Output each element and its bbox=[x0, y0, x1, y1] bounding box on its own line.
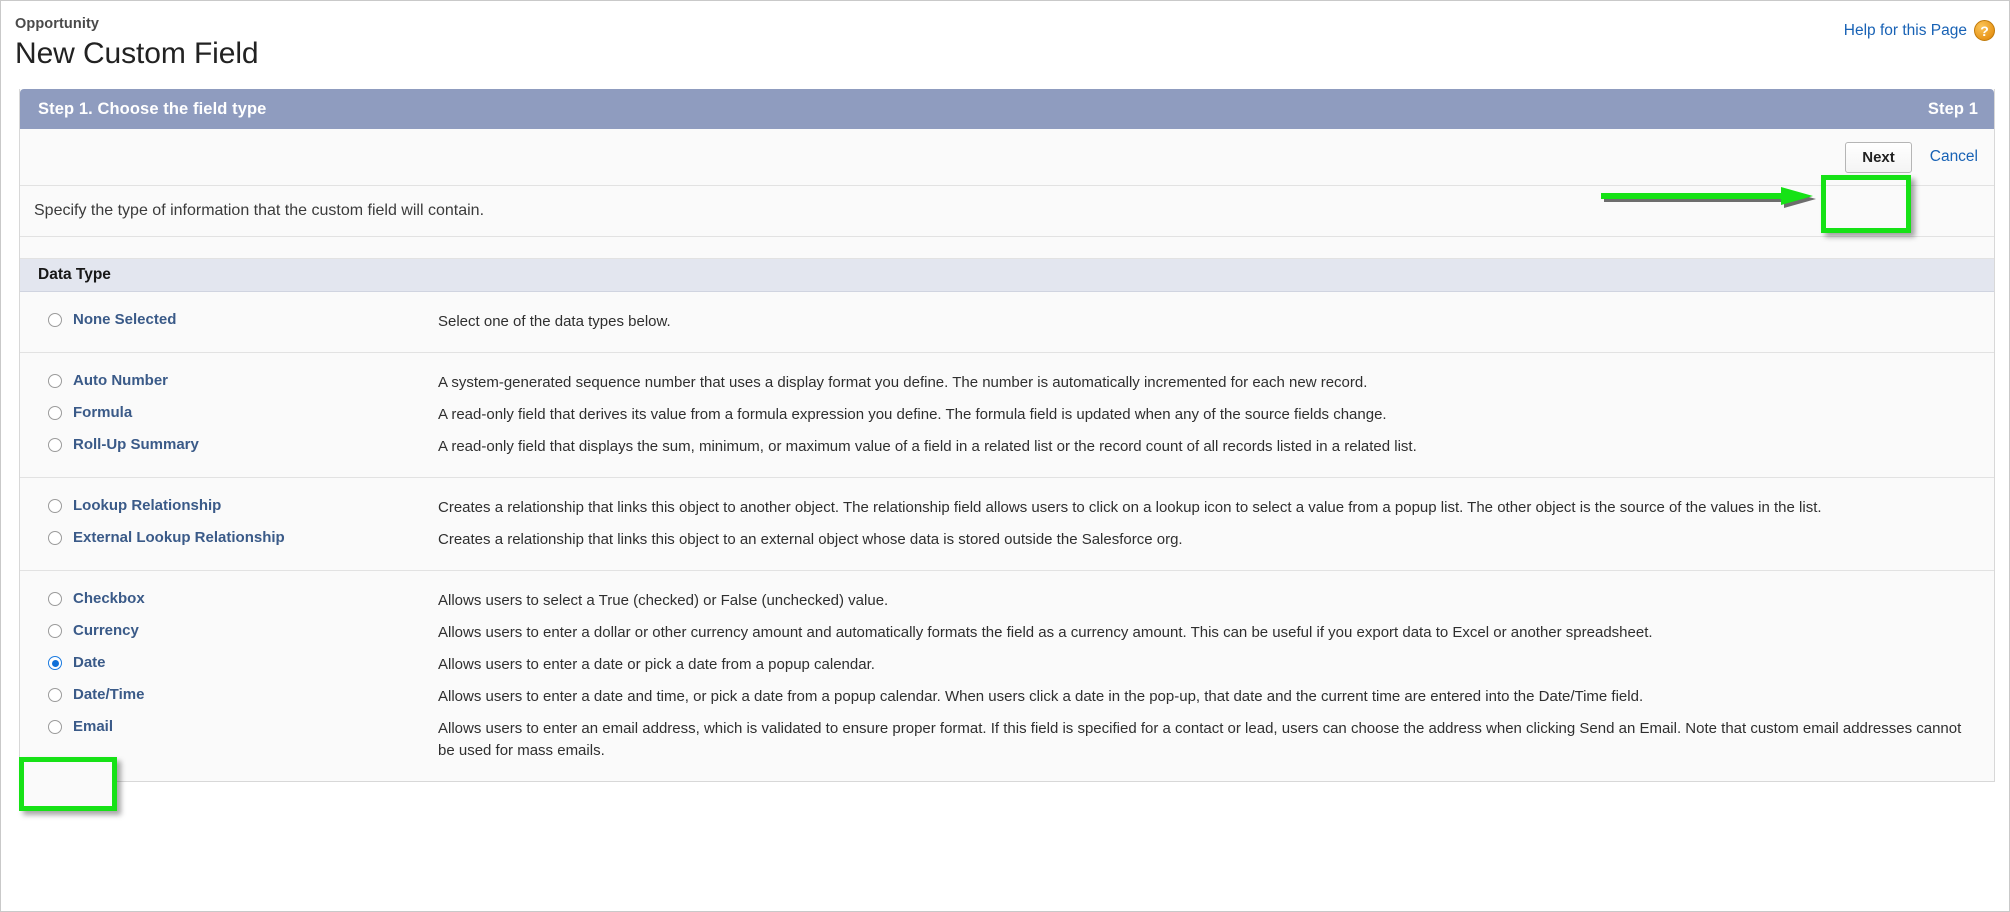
data-type-row[interactable]: Formula A read-only field that derives it… bbox=[20, 399, 1994, 431]
step-header-bar: Step 1. Choose the field type Step 1 bbox=[20, 89, 1994, 129]
data-type-label[interactable]: Formula bbox=[73, 404, 132, 422]
data-type-option[interactable]: Email bbox=[20, 718, 438, 736]
step-title: Step 1. Choose the field type bbox=[38, 99, 267, 118]
data-type-description: Allows users to enter a dollar or other … bbox=[438, 624, 1653, 641]
data-type-label[interactable]: Date bbox=[73, 654, 106, 672]
data-type-description: A read-only field that displays the sum,… bbox=[438, 438, 1417, 455]
radio-external-lookup-relationship[interactable] bbox=[48, 531, 62, 545]
data-type-option[interactable]: Checkbox bbox=[20, 590, 438, 608]
data-type-row[interactable]: Email Allows users to enter an email addr… bbox=[20, 713, 1994, 767]
page-root: Opportunity New Custom Field Help for th… bbox=[0, 0, 2010, 912]
radio-roll-up-summary[interactable] bbox=[48, 438, 62, 452]
breadcrumb-object: Opportunity bbox=[15, 16, 100, 32]
data-type-row[interactable]: Date Allows users to enter a date or pick… bbox=[20, 649, 1994, 681]
radio-auto-number[interactable] bbox=[48, 374, 62, 388]
radio-lookup-relationship[interactable] bbox=[48, 499, 62, 513]
data-type-row[interactable]: Roll-Up Summary A read-only field that di… bbox=[20, 431, 1994, 463]
radio-none-selected[interactable] bbox=[48, 313, 62, 327]
data-type-row[interactable]: Currency Allows users to enter a dollar o… bbox=[20, 617, 1994, 649]
spacer-row bbox=[20, 237, 1994, 259]
radio-email[interactable] bbox=[48, 720, 62, 734]
data-type-description: Select one of the data types below. bbox=[438, 313, 671, 330]
data-type-row[interactable]: Lookup Relationship Creates a relationshi… bbox=[20, 492, 1994, 524]
data-type-group: None Selected Select one of the data type… bbox=[20, 292, 1994, 353]
action-bar: Next Cancel bbox=[20, 129, 1994, 186]
data-type-label[interactable]: External Lookup Relationship bbox=[73, 529, 285, 547]
page-header: Opportunity New Custom Field Help for th… bbox=[1, 1, 2009, 89]
data-type-description: Creates a relationship that links this o… bbox=[438, 499, 1822, 516]
data-type-description: Creates a relationship that links this o… bbox=[438, 531, 1183, 548]
radio-currency[interactable] bbox=[48, 624, 62, 638]
data-type-option[interactable]: Roll-Up Summary bbox=[20, 436, 438, 454]
data-type-row[interactable]: External Lookup Relationship Creates a re… bbox=[20, 524, 1994, 556]
data-type-option[interactable]: External Lookup Relationship bbox=[20, 529, 438, 547]
data-type-description: A read-only field that derives its value… bbox=[438, 406, 1387, 423]
data-type-row[interactable]: None Selected Select one of the data type… bbox=[20, 306, 1994, 338]
data-type-option[interactable]: Lookup Relationship bbox=[20, 497, 438, 515]
data-type-group: Auto Number A system-generated sequence n… bbox=[20, 353, 1994, 478]
data-type-row[interactable]: Date/Time Allows users to enter a date an… bbox=[20, 681, 1994, 713]
data-type-label[interactable]: Currency bbox=[73, 622, 139, 640]
data-type-group: Checkbox Allows users to select a True (c… bbox=[20, 571, 1994, 781]
data-type-label[interactable]: Date/Time bbox=[73, 686, 144, 704]
data-type-option[interactable]: Date bbox=[20, 654, 438, 672]
data-type-description: Allows users to enter a date and time, o… bbox=[438, 688, 1644, 705]
data-type-option[interactable]: Auto Number bbox=[20, 372, 438, 390]
data-type-option[interactable]: Currency bbox=[20, 622, 438, 640]
instruction-text: Specify the type of information that the… bbox=[20, 186, 1994, 237]
data-type-section-heading: Data Type bbox=[20, 259, 1994, 292]
radio-checkbox[interactable] bbox=[48, 592, 62, 606]
data-type-option[interactable]: Date/Time bbox=[20, 686, 438, 704]
help-area: Help for this Page ? bbox=[1844, 20, 1995, 41]
radio-date[interactable] bbox=[48, 656, 62, 670]
data-type-option[interactable]: None Selected bbox=[20, 311, 438, 329]
question-mark-icon[interactable]: ? bbox=[1974, 20, 1995, 41]
step-indicator: Step 1 bbox=[1927, 99, 1978, 118]
data-type-description: Allows users to enter a date or pick a d… bbox=[438, 656, 875, 673]
radio-formula[interactable] bbox=[48, 406, 62, 420]
data-type-list: None Selected Select one of the data type… bbox=[20, 292, 1994, 781]
data-type-label[interactable]: Auto Number bbox=[73, 372, 168, 390]
data-type-row[interactable]: Auto Number A system-generated sequence n… bbox=[20, 367, 1994, 399]
cancel-link[interactable]: Cancel bbox=[1930, 148, 1978, 166]
data-type-row[interactable]: Checkbox Allows users to select a True (c… bbox=[20, 585, 1994, 617]
data-type-group: Lookup Relationship Creates a relationshi… bbox=[20, 478, 1994, 571]
data-type-description: Allows users to select a True (checked) … bbox=[438, 592, 889, 609]
data-type-description: A system-generated sequence number that … bbox=[438, 374, 1368, 391]
data-type-label[interactable]: Email bbox=[73, 718, 113, 736]
data-type-option[interactable]: Formula bbox=[20, 404, 438, 422]
data-type-label[interactable]: None Selected bbox=[73, 311, 176, 329]
next-button[interactable]: Next bbox=[1845, 141, 1912, 173]
data-type-description: Allows users to enter an email address, … bbox=[438, 720, 1962, 759]
page-title: New Custom Field bbox=[15, 37, 259, 70]
data-type-label[interactable]: Lookup Relationship bbox=[73, 497, 221, 515]
radio-date-time[interactable] bbox=[48, 688, 62, 702]
custom-field-panel: Step 1. Choose the field type Step 1 Nex… bbox=[19, 89, 1995, 782]
data-type-label[interactable]: Checkbox bbox=[73, 590, 145, 608]
data-type-label[interactable]: Roll-Up Summary bbox=[73, 436, 199, 454]
help-for-this-page-link[interactable]: Help for this Page bbox=[1844, 22, 1967, 40]
